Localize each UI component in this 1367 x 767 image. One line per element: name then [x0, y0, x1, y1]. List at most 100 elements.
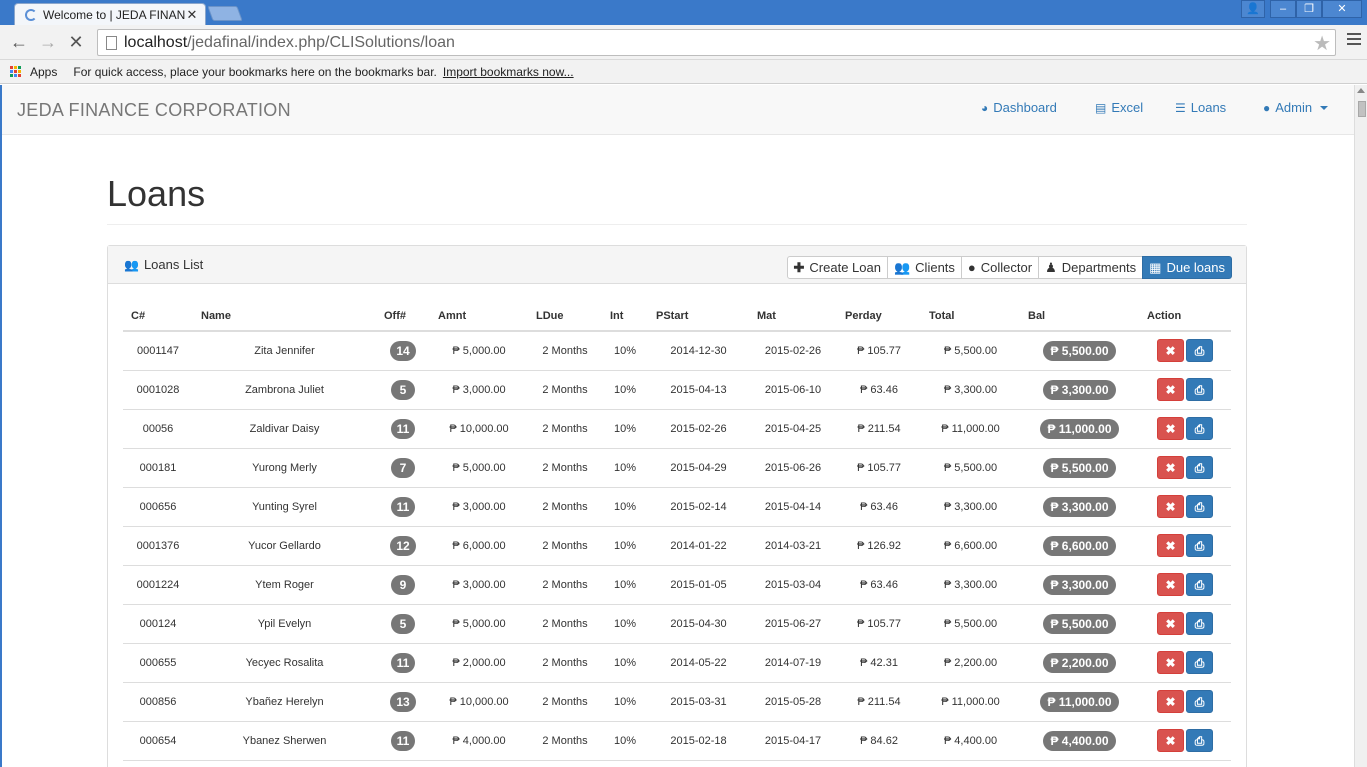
- user-icon: ●: [967, 260, 976, 275]
- web-page: JEDA FINANCE CORPORATION ◕ Dashboard ▤ E…: [2, 85, 1354, 767]
- delete-button[interactable]: ✖: [1157, 378, 1184, 401]
- scroll-up-icon[interactable]: [1357, 88, 1365, 93]
- delete-button[interactable]: ✖: [1157, 612, 1184, 635]
- cell-c: 000181: [123, 448, 193, 488]
- collector-button[interactable]: ● Collector: [960, 256, 1040, 279]
- restore-icon[interactable]: ❐: [1296, 0, 1322, 18]
- profile-icon[interactable]: 👤: [1241, 0, 1265, 18]
- cell-c: 0001028: [123, 370, 193, 410]
- cell-total: ₱ 5,500.00: [921, 331, 1020, 371]
- cell-bal: ₱ 11,000.00: [1020, 682, 1139, 722]
- delete-button[interactable]: ✖: [1157, 495, 1184, 518]
- browser-tab[interactable]: Welcome to | JEDA FINANCE ✕: [14, 3, 206, 25]
- cell-action: ✖ ⎙: [1139, 604, 1231, 644]
- cell-ldue: 2 Months: [528, 331, 602, 371]
- forward-arrow-icon[interactable]: →: [37, 31, 59, 53]
- bookmark-star-icon[interactable]: ★: [1313, 31, 1331, 56]
- tachometer-icon: ◕: [981, 100, 989, 115]
- page-scrollbar[interactable]: [1354, 85, 1367, 767]
- nav-dashboard[interactable]: ◕ Dashboard: [981, 100, 1057, 115]
- page-header: Loans: [107, 173, 1247, 225]
- minimize-icon[interactable]: –: [1270, 0, 1296, 18]
- times-icon: ✖: [1165, 539, 1176, 553]
- table-row: 000124 Ypil Evelyn 5 ₱ 5,000.00 2 Months 10% 2…: [123, 604, 1231, 644]
- delete-button[interactable]: ✖: [1157, 339, 1184, 363]
- close-window-icon[interactable]: ✕: [1322, 0, 1362, 18]
- cell-amnt: ₱ 5,000.00: [430, 604, 528, 644]
- brand[interactable]: JEDA FINANCE CORPORATION: [17, 100, 291, 121]
- nav-excel-label: Excel: [1111, 100, 1144, 115]
- delete-button[interactable]: ✖: [1157, 690, 1184, 713]
- cell-name: Yunting Syrel: [193, 487, 376, 527]
- cell-perday: ₱ 42.31: [837, 643, 921, 683]
- url-path: /jedafinal/index.php/CLISolutions/loan: [187, 33, 455, 51]
- cell-off: 11: [376, 487, 430, 527]
- create-loan-button[interactable]: ✚ Create Loan: [786, 256, 888, 279]
- clients-button[interactable]: 👥 Clients: [886, 256, 962, 279]
- print-button[interactable]: ⎙: [1186, 729, 1213, 752]
- cell-mat: 2015-06-27: [749, 604, 837, 644]
- departments-button[interactable]: ♟ Departments: [1038, 256, 1144, 279]
- back-arrow-icon[interactable]: ←: [8, 31, 30, 53]
- print-button[interactable]: ⎙: [1186, 534, 1213, 557]
- browser-menu-icon[interactable]: [1347, 33, 1361, 49]
- cell-perday: ₱ 211.54: [837, 682, 921, 722]
- delete-button[interactable]: ✖: [1157, 573, 1184, 596]
- cell-name: Zaldivar Daisy: [193, 409, 376, 449]
- panel-title: 👥 Loans List: [124, 257, 203, 272]
- new-tab-button[interactable]: [207, 6, 243, 21]
- print-button[interactable]: ⎙: [1186, 495, 1213, 518]
- address-bar[interactable]: localhost/jedafinal/index.php/CLISolutio…: [97, 29, 1336, 56]
- cell-ldue: 2 Months: [528, 409, 602, 449]
- cell-action: ✖ ⎙: [1139, 643, 1231, 683]
- print-button[interactable]: ⎙: [1186, 690, 1213, 713]
- import-bookmarks-link[interactable]: Import bookmarks now...: [443, 65, 574, 79]
- print-button[interactable]: ⎙: [1186, 456, 1213, 479]
- nav-admin-label: Admin: [1275, 100, 1313, 115]
- scrollbar-thumb[interactable]: [1358, 101, 1366, 117]
- cell-perday: ₱ 211.54: [837, 409, 921, 449]
- col-header: PStart: [648, 301, 749, 332]
- cell-mat: 2015-04-17: [749, 721, 837, 761]
- print-button[interactable]: ⎙: [1186, 417, 1213, 440]
- delete-button[interactable]: ✖: [1157, 417, 1184, 440]
- nav-admin-dropdown[interactable]: ● Admin: [1263, 100, 1329, 115]
- cell-perday: ₱ 105.77: [837, 331, 921, 371]
- delete-button[interactable]: ✖: [1157, 651, 1184, 674]
- cell-perday: ₱ 63.46: [837, 487, 921, 527]
- due-loans-button[interactable]: ▦ Due loans: [1142, 256, 1232, 279]
- cell-ldue: 2 Months: [528, 526, 602, 566]
- print-button[interactable]: ⎙: [1186, 573, 1213, 596]
- cell-bal: ₱ 3,300.00: [1020, 487, 1139, 527]
- print-button[interactable]: ⎙: [1186, 612, 1213, 635]
- cell-mat: 2015-04-14: [749, 487, 837, 527]
- apps-grid-icon[interactable]: [10, 65, 22, 78]
- print-icon: ⎙: [1194, 539, 1205, 553]
- stop-loading-icon[interactable]: ✕: [65, 31, 87, 53]
- cell-name: Ybañez Herelyn: [193, 682, 376, 722]
- cell-bal: ₱ 6,600.00: [1020, 526, 1139, 566]
- print-button[interactable]: ⎙: [1186, 339, 1213, 363]
- user-icon: ●: [1263, 100, 1271, 115]
- delete-button[interactable]: ✖: [1157, 534, 1184, 557]
- cell-perday: ₱ 105.77: [837, 448, 921, 488]
- cell-perday: ₱ 126.92: [837, 526, 921, 566]
- delete-button[interactable]: ✖: [1157, 729, 1184, 752]
- cell-total: ₱ 5,500.00: [921, 448, 1020, 488]
- apps-label[interactable]: Apps: [30, 65, 57, 79]
- nav-loans[interactable]: ☰ Loans: [1175, 100, 1226, 115]
- balance-badge: ₱ 5,500.00: [1043, 340, 1116, 361]
- office-badge: 12: [390, 535, 416, 556]
- cell-ldue: 2 Months: [528, 370, 602, 410]
- tab-close-icon[interactable]: ✕: [185, 7, 199, 23]
- print-button[interactable]: ⎙: [1186, 378, 1213, 401]
- nav-excel[interactable]: ▤ Excel: [1095, 100, 1143, 115]
- office-badge: 11: [390, 418, 416, 439]
- clients-label: Clients: [915, 260, 955, 275]
- print-icon: ⎙: [1194, 422, 1205, 436]
- print-button[interactable]: ⎙: [1186, 651, 1213, 674]
- cell-bal: ₱ 3,300.00: [1020, 565, 1139, 605]
- cell-amnt: ₱ 10,000.00: [430, 409, 528, 449]
- cell-c: 000654: [123, 721, 193, 761]
- delete-button[interactable]: ✖: [1157, 456, 1184, 479]
